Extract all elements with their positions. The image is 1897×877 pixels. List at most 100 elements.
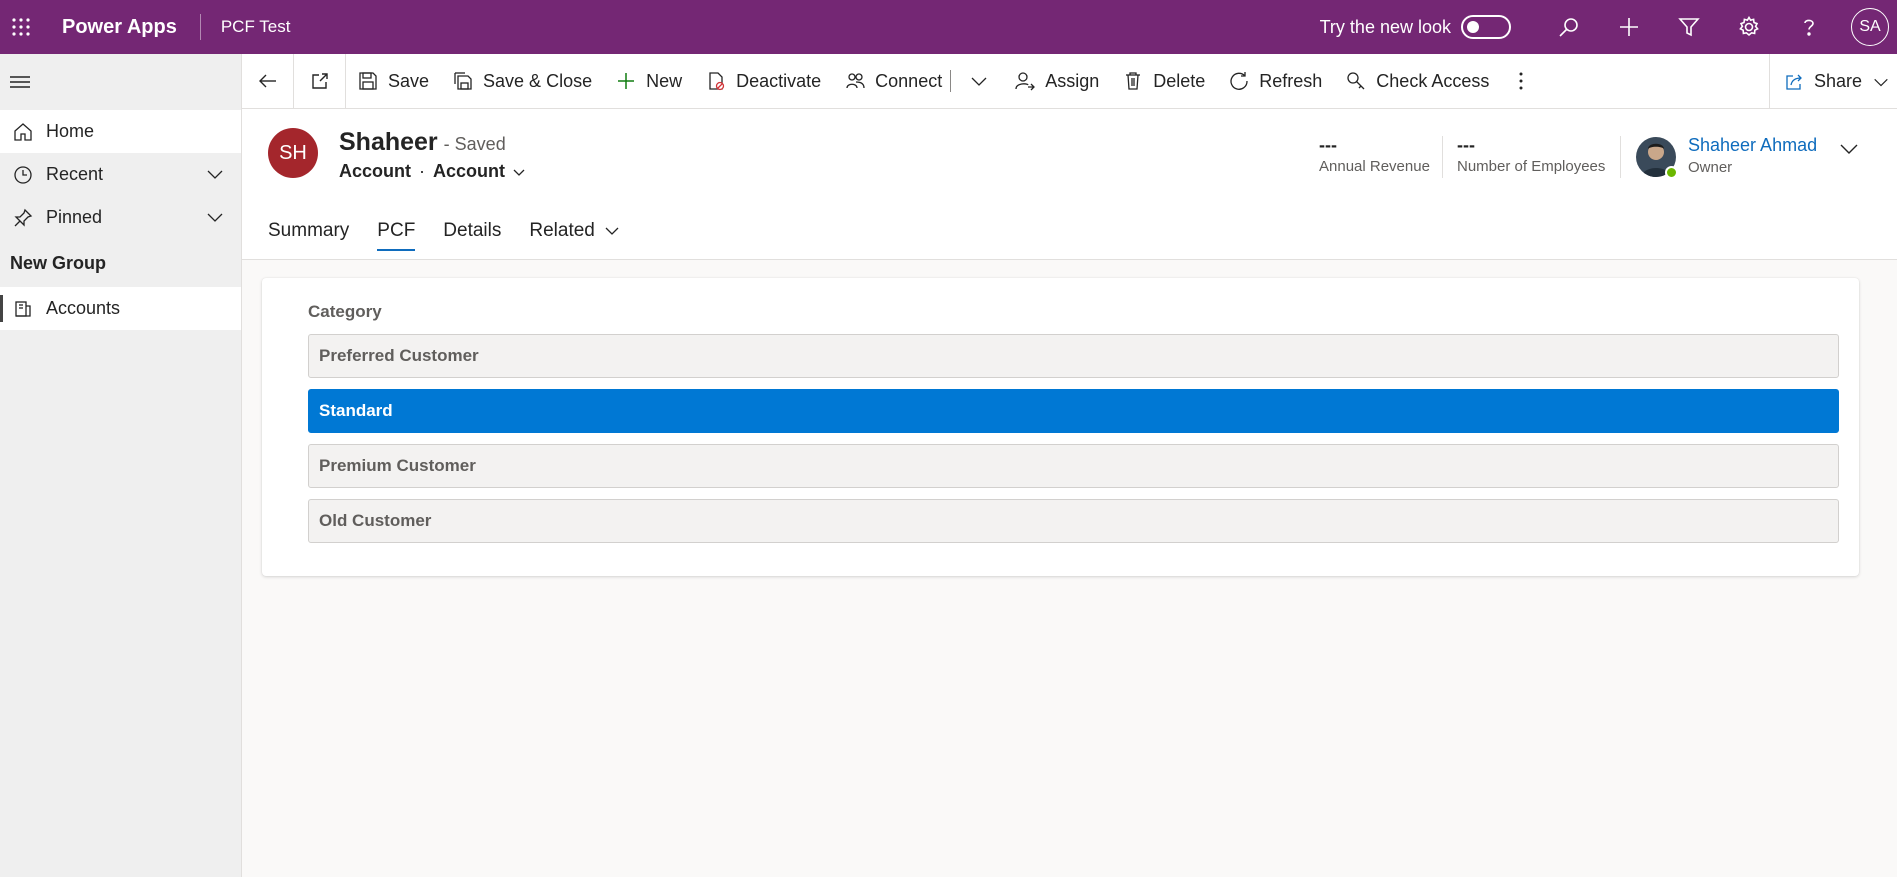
category-option-premium-customer[interactable]: Premium Customer: [308, 444, 1839, 488]
share-button[interactable]: Share: [1769, 54, 1897, 109]
record-title: Shaheer - Saved: [339, 128, 506, 157]
divider: [1620, 136, 1621, 178]
nav-item-home[interactable]: Home: [0, 110, 241, 153]
record-name: Shaheer: [339, 128, 438, 156]
connect-icon: [846, 73, 865, 89]
connect-label: Connect: [875, 70, 943, 91]
deactivate-label: Deactivate: [736, 70, 822, 91]
save-status: - Saved: [443, 134, 506, 154]
new-label: New: [646, 70, 683, 91]
delete-button[interactable]: Delete: [1111, 54, 1217, 109]
check-access-label: Check Access: [1376, 70, 1490, 91]
nav-item-label: Pinned: [46, 207, 103, 227]
tab-details[interactable]: Details: [443, 211, 501, 251]
category-option-preferred-customer[interactable]: Preferred Customer: [308, 334, 1839, 378]
refresh-label: Refresh: [1259, 70, 1323, 91]
back-arrow-icon: [258, 74, 276, 88]
divider: [1442, 136, 1443, 178]
app-launcher-icon[interactable]: [0, 0, 42, 54]
record-header: SH Shaheer - Saved Account · Account --- …: [242, 109, 1897, 260]
assign-label: Assign: [1045, 70, 1100, 91]
record-avatar: SH: [268, 128, 318, 178]
nav-item-pinned[interactable]: Pinned: [0, 196, 241, 239]
nav-item-label: Recent: [46, 164, 104, 184]
share-icon: [1786, 74, 1802, 90]
left-navigation: Home Recent Pinned New Group Accounts: [0, 54, 242, 877]
home-icon: [0, 122, 46, 142]
search-icon[interactable]: [1539, 0, 1599, 54]
new-button[interactable]: New: [604, 54, 694, 109]
chevron-down-icon: [971, 77, 987, 86]
tab-pcf[interactable]: PCF: [377, 211, 416, 251]
category-label: Category: [308, 302, 382, 321]
form-selector[interactable]: Account: [433, 161, 505, 182]
employees-label: Number of Employees: [1457, 158, 1606, 175]
save-and-close-button[interactable]: Save & Close: [441, 54, 604, 109]
entity-name: Account: [339, 161, 411, 181]
nav-item-label: Accounts: [46, 298, 121, 318]
settings-icon[interactable]: [1719, 0, 1779, 54]
connect-button[interactable]: Connect: [833, 54, 946, 109]
employees-value: ---: [1457, 135, 1475, 155]
deactivate-button[interactable]: Deactivate: [694, 54, 833, 109]
open-in-new-window-button[interactable]: [294, 53, 346, 109]
plus-icon: [618, 73, 635, 89]
tab-related[interactable]: Related: [529, 211, 621, 251]
owner-label: Owner: [1688, 159, 1733, 176]
nav-item-label: Home: [46, 121, 95, 141]
try-new-look-label: Try the new look: [1319, 16, 1451, 37]
back-button[interactable]: [242, 53, 294, 109]
form-tabs: Summary PCF Details Related: [268, 211, 649, 251]
pcf-section-card: Category Preferred Customer Standard Pre…: [262, 278, 1859, 576]
annual-revenue-value: ---: [1319, 135, 1337, 155]
divider: [950, 70, 952, 92]
tab-related-label: Related: [529, 220, 595, 241]
divider: [199, 14, 201, 40]
save-close-icon: [454, 72, 472, 90]
user-avatar[interactable]: SA: [1851, 8, 1889, 46]
save-label: Save: [388, 70, 430, 91]
new-look-toggle[interactable]: [1461, 15, 1511, 39]
category-option-standard[interactable]: Standard: [308, 389, 1839, 433]
annual-revenue-field[interactable]: --- Annual Revenue: [1319, 135, 1430, 175]
separator-dot: ·: [419, 161, 425, 181]
number-of-employees-field[interactable]: --- Number of Employees: [1457, 135, 1605, 175]
plus-icon[interactable]: [1599, 0, 1659, 54]
chevron-down-icon: [605, 227, 619, 235]
annual-revenue-label: Annual Revenue: [1319, 158, 1430, 175]
tab-summary[interactable]: Summary: [268, 211, 349, 251]
delete-label: Delete: [1153, 70, 1206, 91]
expand-header-icon[interactable]: [1838, 137, 1860, 164]
pin-icon: [0, 208, 46, 228]
deactivate-icon: [709, 72, 725, 91]
assign-icon: [1015, 72, 1036, 91]
chevron-down-icon: [513, 169, 525, 176]
share-label: Share: [1814, 71, 1863, 91]
chevron-down-icon: [1874, 78, 1888, 86]
more-commands-icon[interactable]: [1501, 54, 1541, 109]
app-title[interactable]: Power Apps: [62, 16, 177, 39]
assign-button[interactable]: Assign: [1003, 54, 1111, 109]
save-button[interactable]: Save: [346, 54, 441, 109]
nav-item-accounts[interactable]: Accounts: [0, 287, 241, 330]
filter-icon[interactable]: [1659, 0, 1719, 54]
app-bar: Power Apps PCF Test Try the new look SA: [0, 0, 1897, 54]
clock-icon: [0, 165, 46, 185]
category-option-old-customer[interactable]: Old Customer: [308, 499, 1839, 543]
refresh-icon: [1230, 72, 1248, 90]
help-icon[interactable]: [1779, 0, 1839, 54]
chevron-down-icon[interactable]: [205, 207, 225, 232]
popout-icon: [311, 73, 328, 89]
environment-name[interactable]: PCF Test: [221, 17, 291, 37]
owner-name-link[interactable]: Shaheer Ahmad: [1688, 135, 1817, 156]
chevron-down-icon[interactable]: [205, 164, 225, 189]
hamburger-menu-icon[interactable]: [0, 54, 241, 110]
nav-group-label: New Group: [10, 252, 107, 273]
record-subtitle: Account · Account: [339, 161, 527, 182]
presence-available-icon: [1665, 166, 1678, 179]
nav-item-recent[interactable]: Recent: [0, 153, 241, 196]
command-bar: Save Save & Close New Deactivate Connect…: [242, 53, 1897, 109]
connect-dropdown-button[interactable]: [955, 54, 1003, 109]
check-access-button[interactable]: Check Access: [1334, 54, 1501, 109]
refresh-button[interactable]: Refresh: [1217, 54, 1334, 109]
